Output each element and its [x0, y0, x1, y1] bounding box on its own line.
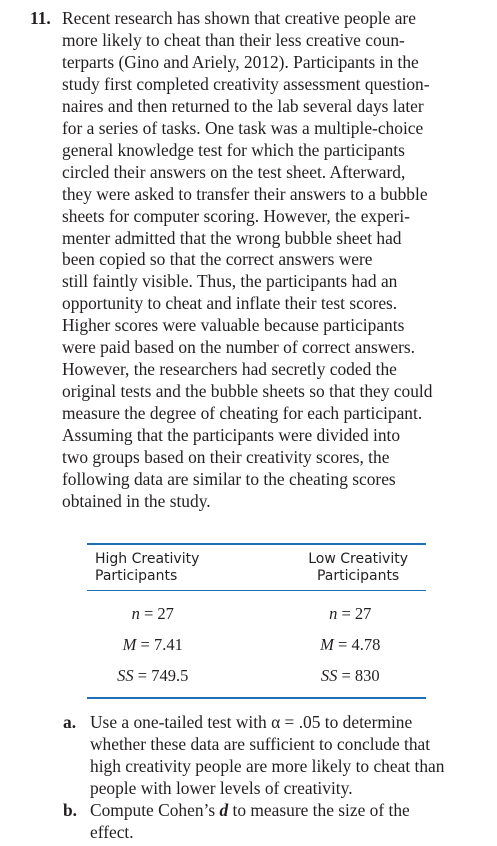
problem-line: were paid based on the number of correct… — [62, 337, 415, 358]
column-header-high-creativity: High Creativity Participants — [95, 551, 200, 584]
problem-line: Assuming that the participants were divi… — [62, 425, 401, 446]
part-line: whether these data are sufficient to con… — [90, 733, 431, 754]
table-cell: n = 27 — [329, 603, 372, 623]
table-cell: SS = 749.5 — [117, 665, 189, 685]
table-row-m: M = 7.41 M = 4.78 — [87, 629, 426, 660]
part-line: effect. — [90, 821, 134, 842]
problem-line: Higher scores were valuable because part… — [62, 315, 405, 336]
problem-11: 11. Recent research has shown that creat… — [30, 8, 480, 513]
table-row-ss: SS = 749.5 SS = 830 — [87, 660, 426, 691]
problem-number: 11. — [30, 8, 51, 28]
part-line: people with lower levels of creativity. — [90, 777, 353, 798]
part-label: a. — [63, 712, 77, 732]
cohens-d-symbol: d — [219, 799, 229, 820]
problem-line: general knowledge test for which the par… — [62, 139, 405, 160]
problem-line: following data are similar to the cheati… — [62, 469, 396, 490]
table-bottom-rule — [87, 697, 426, 699]
problem-line: measure the degree of cheating for each … — [62, 403, 423, 424]
problem-line: opportunity to cheat and inflate their t… — [62, 293, 398, 314]
part-line: Use a one-tailed test with α = .05 to de… — [90, 712, 413, 732]
problem-line: more likely to cheat than their less cre… — [62, 29, 405, 50]
part-line: high creativity people are more likely t… — [90, 755, 445, 776]
problem-line: menter admitted that the wrong bubble sh… — [62, 227, 402, 248]
data-table: High Creativity Participants Low Creativ… — [87, 543, 426, 699]
table-cell: M = 7.41 — [122, 634, 183, 654]
problem-line: still faintly visible. Thus, the partici… — [62, 271, 398, 292]
table-cell: SS = 830 — [320, 665, 380, 685]
problem-line: study first completed creativity assessm… — [62, 73, 430, 94]
problem-line: Recent research has shown that creative … — [62, 8, 416, 28]
part-b: b. Compute Cohen’s d to measure the size… — [63, 800, 483, 844]
table-cell: n = 27 — [131, 603, 174, 623]
table-body: n = 27 n = 27 M = 7.41 M = 4.78 SS = 749… — [87, 591, 426, 697]
part-label: b. — [63, 799, 78, 820]
part-line: Compute Cohen’s d to measure the size of… — [90, 799, 410, 820]
table-cell: M = 4.78 — [320, 634, 381, 654]
problem-line: been copied so that the correct answers … — [62, 249, 373, 270]
column-header-low-creativity: Low Creativity Participants — [308, 551, 408, 584]
problem-line: terparts (Gino and Ariely, 2012). Partic… — [62, 51, 419, 72]
table-header-row: High Creativity Participants Low Creativ… — [87, 545, 426, 590]
problem-line: original tests and the bubble sheets so … — [62, 381, 433, 402]
problem-line: two groups based on their creativity sco… — [62, 447, 390, 468]
problem-line: sheets for computer scoring. However, th… — [62, 205, 410, 226]
problem-line: for a series of tasks. One task was a mu… — [62, 117, 424, 138]
problem-line: they were asked to transfer their answer… — [62, 183, 428, 204]
problem-line: circled their answers on the test sheet.… — [62, 161, 406, 182]
part-a: a. Use a one-tailed test with α = .05 to… — [63, 712, 483, 800]
table-row-n: n = 27 n = 27 — [87, 598, 426, 629]
problem-line: However, the researchers had secretly co… — [62, 359, 397, 380]
problem-text: Recent research has shown that creative … — [62, 8, 480, 513]
problem-line: naires and then returned to the lab seve… — [62, 95, 424, 116]
problem-parts: a. Use a one-tailed test with α = .05 to… — [63, 712, 483, 844]
problem-line: obtained in the study. — [62, 490, 211, 511]
